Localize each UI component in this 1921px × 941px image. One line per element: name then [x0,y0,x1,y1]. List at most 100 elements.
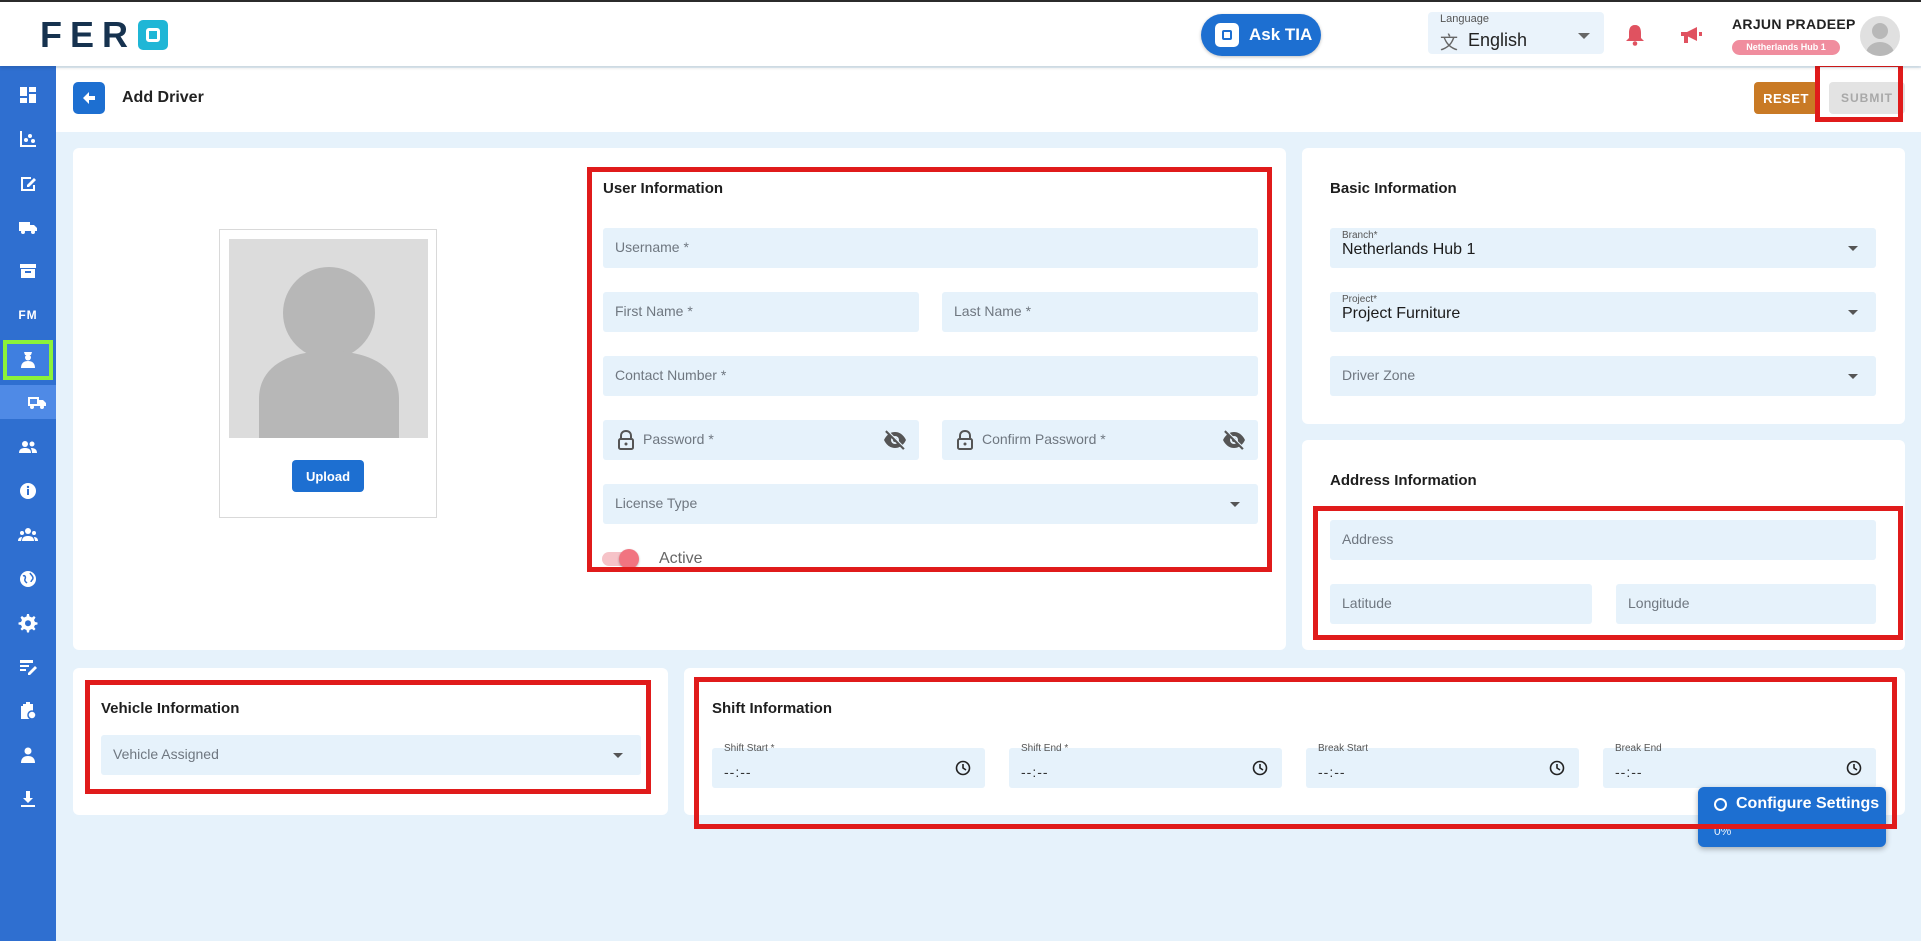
sidebar-item-reports[interactable] [8,694,48,728]
sidebar-item-users[interactable] [8,430,48,464]
break-start-label: Break Start [1318,743,1369,754]
sidebar-item-staff[interactable] [8,738,48,772]
users-icon [19,441,37,453]
chevron-down-icon [1848,374,1858,379]
submit-button[interactable]: SUBMIT [1829,82,1905,114]
lock-icon [957,430,973,450]
clock-icon[interactable] [1252,760,1268,776]
longitude-field[interactable]: Longitude [1616,584,1876,624]
info-icon [20,483,36,499]
sidebar-item-analytics[interactable] [8,122,48,156]
sidebar-item-settings[interactable] [8,606,48,640]
last-name-field[interactable]: Last Name * [942,292,1258,332]
calendar-edit-icon [21,177,36,191]
chevron-down-icon [1230,502,1240,507]
person-silhouette-icon [259,267,399,438]
fero-logo[interactable]: FER [40,14,168,56]
ask-tia-label: Ask TIA [1249,25,1313,44]
sidebar-item-fm[interactable]: FM [8,298,48,332]
sidebar-item-dashboard[interactable] [8,78,48,112]
latitude-field[interactable]: Latitude [1330,584,1592,624]
confirm-password-field[interactable]: Confirm Password * [942,420,1258,460]
configure-settings-label: Configure Settings [1736,795,1880,812]
vehicle-assigned-select[interactable]: Vehicle Assigned [101,735,641,775]
first-name-placeholder: First Name * [615,303,693,319]
license-type-select[interactable]: License Type [603,484,1258,524]
globe-icon [20,571,36,587]
notification-bell-icon[interactable] [1625,24,1645,46]
chevron-down-icon [1578,33,1590,39]
password-placeholder: Password * [643,431,714,447]
delivery-van-icon [28,397,46,409]
confirm-password-placeholder: Confirm Password * [982,431,1106,447]
break-end-time[interactable]: Break End --:-- [1603,743,1876,788]
address-field[interactable]: Address [1330,520,1876,560]
upload-photo-button[interactable]: Upload [292,460,364,492]
active-toggle-knob[interactable] [619,549,639,569]
sidebar-item-delivery[interactable] [8,210,48,244]
ask-tia-button[interactable]: Ask TIA [1201,14,1321,56]
page-title: Add Driver [122,89,204,106]
lock-icon [618,430,634,450]
first-name-field[interactable]: First Name * [603,292,919,332]
person-badge-icon [21,747,35,763]
sidebar-item-download[interactable] [8,782,48,816]
sidebar-item-zones[interactable] [8,562,48,596]
archive-icon [20,264,36,278]
clock-icon[interactable] [955,760,971,776]
back-button[interactable] [73,82,105,114]
address-placeholder: Address [1342,531,1394,547]
clock-icon[interactable] [1549,760,1565,776]
sidebar-item-forms[interactable] [8,650,48,684]
eye-off-icon[interactable] [1222,430,1246,450]
megaphone-icon[interactable] [1679,25,1703,45]
language-select[interactable]: Language 文 English [1428,12,1604,54]
contact-number-placeholder: Contact Number * [615,367,727,383]
shift-start-label: Shift Start * [724,743,775,754]
logo-mark-icon [138,20,168,50]
clipboard-report-icon [21,702,37,720]
configure-settings-button[interactable]: Configure Settings 0% [1698,787,1886,847]
sidebar-item-drivers[interactable] [3,340,53,380]
reset-button[interactable]: RESET [1754,82,1818,114]
break-end-label: Break End [1615,743,1662,754]
shift-start-time[interactable]: Shift Start * --:-- [712,743,985,788]
sidebar-subitem-vehicles[interactable] [0,385,56,419]
chevron-down-icon [613,753,623,758]
driver-zone-select[interactable]: Driver Zone [1330,356,1876,396]
dashboard-icon [20,87,36,103]
password-field[interactable]: Password * [603,420,919,460]
username-field[interactable]: Username * [603,228,1258,268]
translate-icon: 文 [1440,33,1458,53]
shift-start-value: --:-- [724,764,752,780]
form-edit-icon [20,660,37,675]
project-label: Project* [1342,294,1378,305]
progress-ring-icon [1714,798,1727,811]
language-value: English [1468,30,1528,50]
team-icon [18,528,38,541]
chat-icon [1215,23,1239,47]
break-start-time[interactable]: Break Start --:-- [1306,743,1579,788]
active-label: Active [659,550,703,567]
shift-end-time[interactable]: Shift End * --:-- [1009,743,1282,788]
contact-number-field[interactable]: Contact Number * [603,356,1258,396]
clock-icon[interactable] [1846,760,1862,776]
sidebar-item-info[interactable] [8,474,48,508]
profile-placeholder-image [229,239,428,438]
basic-information-title: Basic Information [1330,180,1457,197]
eye-off-icon[interactable] [883,430,907,450]
shift-end-value: --:-- [1021,764,1049,780]
user-avatar[interactable] [1860,16,1900,56]
configure-progress-text: 0% [1714,824,1732,838]
sidebar-item-teams[interactable] [8,518,48,552]
sidebar-item-planner[interactable] [8,166,48,200]
sidebar-item-inventory[interactable] [8,254,48,288]
last-name-placeholder: Last Name * [954,303,1032,319]
download-icon [21,791,35,807]
truck-icon [19,222,37,234]
latitude-placeholder: Latitude [1342,595,1392,611]
branch-select[interactable]: Branch* Netherlands Hub 1 [1330,228,1876,268]
project-select[interactable]: Project* Project Furniture [1330,292,1876,332]
fm-label: FM [18,308,38,322]
photo-upload-frame: Upload [219,229,437,518]
